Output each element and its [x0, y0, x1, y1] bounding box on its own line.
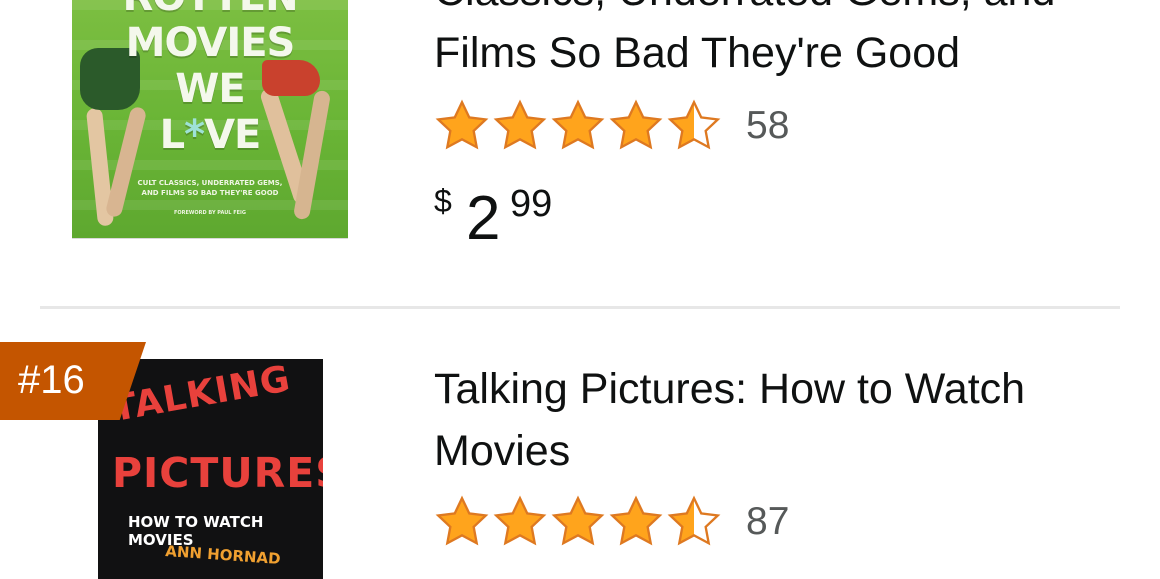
product-item[interactable]: #16 TALKING PICTURES HOW TO WATCH MOVIES…	[0, 308, 1160, 579]
star-rating[interactable]: 87	[434, 494, 789, 550]
cover-subtitle: CULT CLASSICS, UNDERRATED GEMS, AND FILM…	[137, 179, 283, 197]
star-full-icon	[493, 495, 547, 546]
star-full-icon	[609, 99, 663, 150]
book-cover-image[interactable]: TALKING PICTURES HOW TO WATCH MOVIES ANN…	[98, 359, 323, 579]
price-symbol: $	[434, 183, 452, 219]
price-fraction: 99	[510, 183, 553, 225]
cover-subtitle: HOW TO WATCH MOVIES	[128, 513, 264, 549]
star-full-icon	[435, 495, 489, 546]
star-full-icon	[493, 99, 547, 150]
cover-foreword: FOREWORD BY PAUL FEIG	[173, 210, 247, 216]
star-half-icon	[667, 99, 721, 150]
cover-asterisk: *	[184, 112, 205, 158]
rating-count[interactable]: 87	[746, 500, 789, 544]
product-title[interactable]: Classics, Underrated Gems, and Films So …	[434, 0, 1134, 84]
star-full-icon	[551, 495, 605, 546]
star-rating[interactable]: 58	[434, 98, 789, 154]
star-full-icon	[435, 99, 489, 150]
star-half-icon	[667, 495, 721, 546]
cover-title: ROTTEN MOVIES WE L*VE	[122, 0, 298, 158]
cover-title-line: PICTURES	[112, 449, 323, 497]
book-cover-image[interactable]: ROTTEN MOVIES WE L*VE CULT CLASSICS, UND…	[72, 0, 348, 239]
price-whole: 2	[466, 184, 501, 253]
rating-count[interactable]: 58	[746, 104, 789, 148]
product-item[interactable]: ROTTEN MOVIES WE L*VE CULT CLASSICS, UND…	[0, 0, 1160, 308]
star-full-icon	[551, 99, 605, 150]
rank-label: #16	[18, 358, 85, 402]
product-title[interactable]: Talking Pictures: How to Watch Movies	[434, 358, 1134, 482]
star-full-icon	[609, 495, 663, 546]
